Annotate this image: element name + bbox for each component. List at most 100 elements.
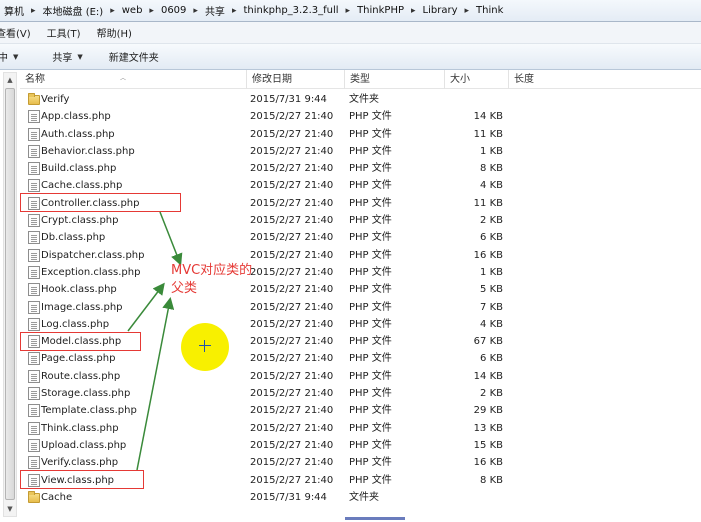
breadcrumb-chevron-icon[interactable]: ▸	[144, 6, 159, 16]
menu-item[interactable]: 工具(T)	[47, 25, 89, 40]
file-row[interactable]: Page.class.php 2015/2/27 21:40 PHP 文件 6 KB	[20, 350, 701, 367]
file-date: 2015/2/27 21:40	[250, 145, 334, 157]
file-row[interactable]: Exception.class.php 2015/2/27 21:40 PHP 文件…	[20, 264, 701, 281]
column-date[interactable]: 修改日期	[246, 70, 344, 89]
scroll-down-icon[interactable]: ▼	[4, 502, 16, 516]
file-row[interactable]: Auth.class.php 2015/2/27 21:40 PHP 文件 11 KB	[20, 126, 701, 143]
file-type: PHP 文件	[349, 474, 392, 486]
file-row[interactable]: Storage.class.php 2015/2/27 21:40 PHP 文件 2 …	[20, 385, 701, 402]
file-size: 4 KB	[480, 318, 503, 330]
file-row[interactable]: Route.class.php 2015/2/27 21:40 PHP 文件 14 K…	[20, 368, 701, 385]
column-type[interactable]: 类型	[344, 70, 444, 89]
column-size-label: 大小	[450, 74, 470, 85]
column-header: 名称 ︿ 修改日期 类型 大小 长度	[20, 70, 701, 89]
php-file-icon	[28, 317, 40, 331]
column-size[interactable]: 大小	[444, 70, 508, 89]
file-date: 2015/2/27 21:40	[250, 163, 334, 175]
file-row[interactable]: Dispatcher.class.php 2015/2/27 21:40 PHP 文…	[20, 247, 701, 264]
breadcrumb-chevron-icon[interactable]: ▸	[406, 6, 421, 16]
breadcrumb-item[interactable]: web	[120, 5, 145, 16]
file-size: 1 KB	[480, 266, 503, 278]
breadcrumb-chevron-icon[interactable]: ▸	[341, 6, 356, 16]
file-date: 2015/2/27 21:40	[250, 336, 334, 348]
breadcrumb-item[interactable]: Think	[474, 5, 505, 16]
breadcrumb-chevron-icon[interactable]: ▸	[105, 6, 120, 16]
file-size: 11 KB	[473, 128, 503, 140]
file-name: Storage.class.php	[41, 388, 131, 400]
file-row[interactable]: Db.class.php 2015/2/27 21:40 PHP 文件 6 KB	[20, 229, 701, 246]
vertical-scrollbar[interactable]: ▲ ▼	[3, 72, 17, 517]
file-row[interactable]: Crypt.class.php 2015/2/27 21:40 PHP 文件 2 KB	[20, 212, 701, 229]
folder-icon	[28, 93, 40, 105]
share-button[interactable]: 共享 ▼	[42, 46, 92, 68]
file-type: 文件夹	[349, 491, 379, 503]
file-list-pane: ▲ ▼ 名称 ︿ 修改日期 类型 大小 长度 Verify 2015/7/31 9…	[0, 70, 701, 522]
file-date: 2015/2/27 21:40	[250, 370, 334, 382]
file-name: Verify.class.php	[41, 457, 119, 469]
organize-button[interactable]: 中 ▼	[0, 46, 28, 68]
php-file-icon	[28, 265, 40, 279]
file-size: 8 KB	[480, 163, 503, 175]
file-size: 1 KB	[480, 145, 503, 157]
file-date: 2015/2/27 21:40	[250, 128, 334, 140]
file-type: PHP 文件	[349, 266, 392, 278]
file-row[interactable]: Verify 2015/7/31 9:44 文件夹	[20, 91, 701, 108]
file-size: 16 KB	[473, 249, 503, 261]
php-file-icon	[28, 369, 40, 383]
php-file-icon	[28, 248, 40, 262]
menu-item[interactable]: 帮助(H)	[97, 25, 140, 40]
file-name: Db.class.php	[41, 232, 106, 244]
breadcrumb-item[interactable]: 本地磁盘 (E:)	[41, 3, 106, 18]
address-bar[interactable]: 算机 ▸ 本地磁盘 (E:) ▸ web ▸ 0609 ▸ 共享 ▸ thinkphp_3.2.3_…	[0, 0, 701, 22]
file-size: 2 KB	[480, 388, 503, 400]
breadcrumb-item[interactable]: thinkphp_3.2.3_full	[241, 5, 340, 16]
file-size: 14 KB	[473, 370, 503, 382]
file-type: PHP 文件	[349, 301, 392, 313]
file-row[interactable]: Image.class.php 2015/2/27 21:40 PHP 文件 7 KB	[20, 299, 701, 316]
new-folder-button[interactable]: 新建文件夹	[99, 46, 169, 68]
file-type: PHP 文件	[349, 145, 392, 157]
file-size: 67 KB	[473, 336, 503, 348]
breadcrumb-item[interactable]: ThinkPHP	[355, 5, 406, 16]
breadcrumb-chevron-icon[interactable]: ▸	[227, 6, 242, 16]
file-row[interactable]: Upload.class.php 2015/2/27 21:40 PHP 文件 15 …	[20, 437, 701, 454]
chevron-down-icon: ▼	[13, 52, 19, 61]
column-length-label: 长度	[514, 74, 534, 85]
breadcrumb-chevron-icon[interactable]: ▸	[460, 6, 475, 16]
breadcrumb-item[interactable]: Library	[421, 5, 460, 16]
file-row[interactable]: Hook.class.php 2015/2/27 21:40 PHP 文件 5 KB	[20, 281, 701, 298]
file-row[interactable]: Think.class.php 2015/2/27 21:40 PHP 文件 13 K…	[20, 420, 701, 437]
file-date: 2015/2/27 21:40	[250, 301, 334, 313]
breadcrumb-item[interactable]: 共享	[203, 3, 227, 18]
scroll-up-icon[interactable]: ▲	[4, 73, 16, 87]
file-type: PHP 文件	[349, 370, 392, 382]
file-name: Build.class.php	[41, 163, 117, 175]
file-size: 13 KB	[473, 422, 503, 434]
php-file-icon	[28, 352, 40, 366]
file-type: PHP 文件	[349, 439, 392, 451]
column-name[interactable]: 名称 ︿	[20, 70, 246, 89]
file-row[interactable]: Cache 2015/7/31 9:44 文件夹	[20, 489, 701, 506]
menu-item[interactable]: 查看(V)	[0, 25, 39, 40]
file-row[interactable]: Log.class.php 2015/2/27 21:40 PHP 文件 4 KB	[20, 316, 701, 333]
file-row[interactable]: Verify.class.php 2015/2/27 21:40 PHP 文件 16 …	[20, 454, 701, 471]
breadcrumb-chevron-icon[interactable]: ▸	[26, 6, 41, 16]
file-row[interactable]: Build.class.php 2015/2/27 21:40 PHP 文件 8 KB	[20, 160, 701, 177]
breadcrumb-item[interactable]: 算机	[2, 3, 26, 18]
file-date: 2015/2/27 21:40	[250, 232, 334, 244]
file-name: Exception.class.php	[41, 266, 141, 278]
scrollbar-thumb[interactable]	[5, 88, 15, 500]
file-type: PHP 文件	[349, 284, 392, 296]
file-date: 2015/2/27 21:40	[250, 474, 334, 486]
file-type: PHP 文件	[349, 422, 392, 434]
file-name: Page.class.php	[41, 353, 116, 365]
breadcrumb-chevron-icon[interactable]: ▸	[188, 6, 203, 16]
file-date: 2015/7/31 9:44	[250, 491, 327, 503]
breadcrumb-item[interactable]: 0609	[159, 5, 188, 16]
file-row[interactable]: App.class.php 2015/2/27 21:40 PHP 文件 14 KB	[20, 108, 701, 125]
column-length[interactable]: 长度	[508, 70, 701, 89]
file-row[interactable]: Behavior.class.php 2015/2/27 21:40 PHP 文件 1…	[20, 143, 701, 160]
file-date: 2015/2/27 21:40	[250, 457, 334, 469]
file-type: PHP 文件	[349, 232, 392, 244]
file-row[interactable]: Template.class.php 2015/2/27 21:40 PHP 文件 2…	[20, 402, 701, 419]
